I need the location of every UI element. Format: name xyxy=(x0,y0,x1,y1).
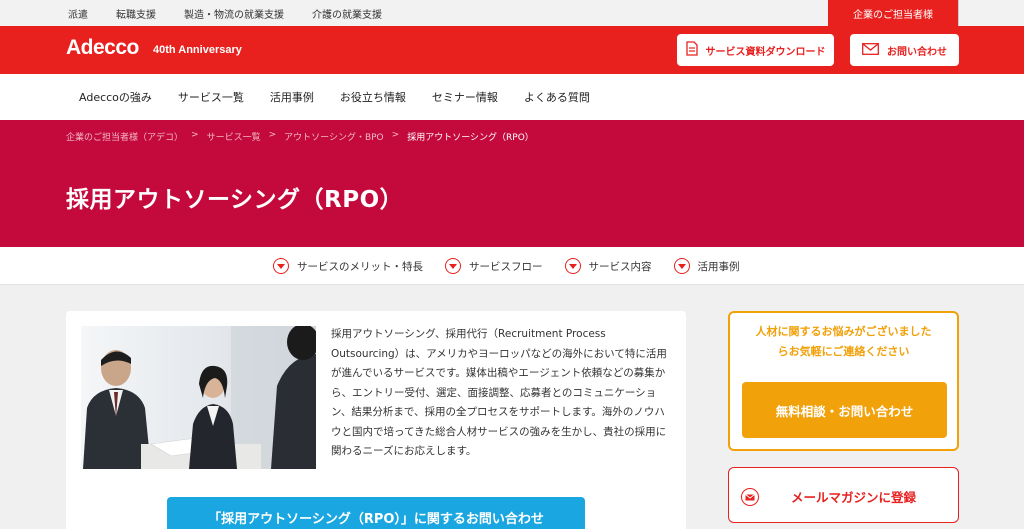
adecco-logo[interactable]: Adecco xyxy=(66,36,139,60)
anchor-nav: サービスのメリット・特長 サービスフロー サービス内容 活用事例 xyxy=(0,247,1024,285)
download-button[interactable]: サービス資料ダウンロード xyxy=(677,34,834,66)
breadcrumb-item-current: 採用アウトソーシング（RPO） xyxy=(407,133,534,143)
download-button-label: サービス資料ダウンロード xyxy=(705,46,826,58)
anchor-content[interactable]: サービス内容 xyxy=(564,258,652,274)
rpo-inquiry-button[interactable]: 「採用アウトソーシング（RPO）」に関するお問い合わせ xyxy=(167,497,585,529)
newsletter-button-label: メールマガジンに登録 xyxy=(791,489,917,505)
anchor-merits-label: サービスのメリット・特長 xyxy=(297,260,423,273)
breadcrumb: 企業のご担当者様（アデコ） > サービス一覧 > アウトソーシング・BPO > … xyxy=(66,130,534,143)
intro-card: 採用アウトソーシング、採用代行（Recruitment Process Outs… xyxy=(66,311,686,529)
consultation-message: 人材に関するお悩みがございました らお気軽にご連絡ください xyxy=(730,322,957,362)
nav-item-cases[interactable]: 活用事例 xyxy=(270,89,314,105)
nav-item-faq[interactable]: よくある質問 xyxy=(524,89,590,105)
utility-link-haken[interactable]: 派遣 xyxy=(68,6,88,21)
anchor-cases[interactable]: 活用事例 xyxy=(673,258,740,274)
mail-icon xyxy=(862,42,879,58)
breadcrumb-item-bpo[interactable]: アウトソーシング・BPO xyxy=(284,130,384,143)
divider xyxy=(958,0,959,26)
chevron-down-icon xyxy=(445,258,461,274)
anchor-flow-label: サービスフロー xyxy=(469,260,543,273)
contact-button-label: お問い合わせ xyxy=(887,46,947,58)
breadcrumb-separator: > xyxy=(268,130,277,140)
mail-icon xyxy=(741,488,759,506)
utility-link-career[interactable]: 転職支援 xyxy=(116,6,156,21)
breadcrumb-separator: > xyxy=(391,130,400,140)
nav-item-strengths[interactable]: Adeccoの強み xyxy=(79,89,152,105)
chevron-down-icon xyxy=(673,258,690,274)
nav-item-useful-info[interactable]: お役立ち情報 xyxy=(340,89,406,105)
anniversary-label: 40th Anniversary xyxy=(153,44,242,56)
nav-item-seminars[interactable]: セミナー情報 xyxy=(432,89,498,105)
consultation-message-line2: らお気軽にご連絡ください xyxy=(777,345,910,358)
site-header: Adecco 40th Anniversary サービス資料ダウンロード お問い… xyxy=(0,26,1024,74)
page-hero: 企業のご担当者様（アデコ） > サービス一覧 > アウトソーシング・BPO > … xyxy=(0,120,1024,247)
consultation-box: 人材に関するお悩みがございました らお気軽にご連絡ください 無料相談・お問い合わ… xyxy=(728,311,959,451)
main-nav: Adeccoの強み サービス一覧 活用事例 お役立ち情報 セミナー情報 よくある… xyxy=(0,74,1024,120)
utility-links: 派遣 転職支援 製造・物流の就業支援 介護の就業支援 xyxy=(68,0,382,26)
anchor-flow[interactable]: サービスフロー xyxy=(445,258,543,274)
nav-item-services[interactable]: サービス一覧 xyxy=(178,89,244,105)
contact-button[interactable]: お問い合わせ xyxy=(850,34,959,66)
chevron-down-icon xyxy=(564,258,581,274)
page-title: 採用アウトソーシング（RPO） xyxy=(66,187,404,213)
utility-bar: 派遣 転職支援 製造・物流の就業支援 介護の就業支援 企業のご担当者様 xyxy=(0,0,1024,26)
anchor-content-label: サービス内容 xyxy=(588,260,652,273)
consultation-message-line1: 人材に関するお悩みがございました xyxy=(755,325,932,338)
newsletter-button[interactable]: メールマガジンに登録 xyxy=(728,467,959,523)
breadcrumb-item-home[interactable]: 企業のご担当者様（アデコ） xyxy=(66,130,183,143)
breadcrumb-separator: > xyxy=(191,130,199,140)
free-consultation-button[interactable]: 無料相談・お問い合わせ xyxy=(742,382,947,438)
service-description: 採用アウトソーシング、採用代行（Recruitment Process Outs… xyxy=(331,328,667,457)
document-icon xyxy=(685,41,698,59)
breadcrumb-item-services[interactable]: サービス一覧 xyxy=(207,130,261,143)
anchor-merits[interactable]: サービスのメリット・特長 xyxy=(273,258,423,274)
business-meeting-photo xyxy=(81,326,316,469)
utility-link-manufacturing[interactable]: 製造・物流の就業支援 xyxy=(184,6,284,21)
anchor-cases-label: 活用事例 xyxy=(697,260,740,273)
chevron-down-icon xyxy=(273,258,289,274)
corporate-tab[interactable]: 企業のご担当者様 xyxy=(828,0,958,26)
utility-link-care[interactable]: 介護の就業支援 xyxy=(312,6,382,21)
